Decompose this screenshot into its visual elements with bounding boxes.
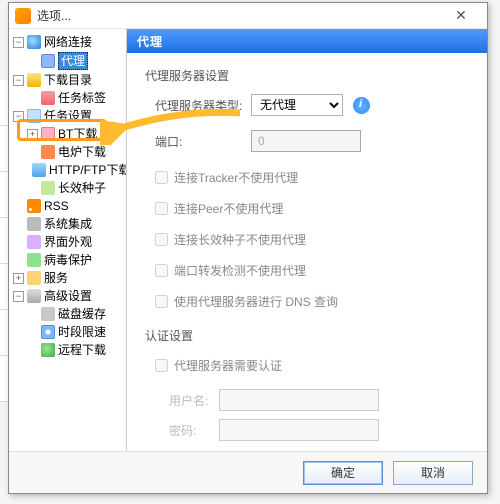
rss-icon [27,199,41,213]
cancel-button[interactable]: 取消 [393,461,473,485]
advanced-icon [27,289,41,303]
chk-need-auth[interactable] [155,359,168,372]
chk-peer[interactable] [155,202,168,215]
expand-icon[interactable]: + [27,129,38,140]
proxy-icon [41,54,55,68]
port-label: 端口: [155,133,251,150]
collapse-icon[interactable]: − [13,75,24,86]
username-label: 用户名: [169,392,219,409]
tree-network[interactable]: − 网络连接 [11,33,124,51]
chk-peer-label: 连接Peer不使用代理 [174,200,283,217]
password-label: 密码: [169,422,219,439]
tag-icon [41,91,55,105]
tree-advanced[interactable]: −高级设置 [11,287,124,305]
seed-icon [41,181,55,195]
expand-icon[interactable]: + [13,273,24,284]
tree-download-dir[interactable]: − 下载目录 [11,71,124,89]
proxy-type-row: 代理服务器类型: 无代理 [145,94,469,116]
chk-dns[interactable] [155,295,168,308]
tree-virus[interactable]: 病毒保护 [11,251,124,269]
tree-emule[interactable]: 电炉下载 [25,143,124,161]
chk-seed[interactable] [155,233,168,246]
tree-bt[interactable]: + BT下载 [25,125,124,143]
tree-rss[interactable]: RSS [11,197,124,215]
tree-task-settings[interactable]: − 任务设置 [11,107,124,125]
panel-body: 代理服务器设置 代理服务器类型: 无代理 端口: 连接Tracker不使用代理 … [127,53,487,451]
chk-portfwd[interactable] [155,264,168,277]
chk-seed-label: 连接长效种子不使用代理 [174,231,306,248]
tree-service[interactable]: +服务 [11,269,124,287]
left-tree: − 网络连接 代理 − [9,29,127,451]
auth-group: 认证设置 [145,327,469,344]
collapse-icon[interactable]: − [13,37,24,48]
tree-remote[interactable]: 远程下载 [25,341,124,359]
proxy-type-select[interactable]: 无代理 [251,94,343,116]
background-tabs [0,80,8,430]
http-icon [32,163,46,177]
close-icon[interactable]: ✕ [441,7,481,24]
collapse-icon[interactable]: − [13,111,24,122]
collapse-icon[interactable]: − [13,291,24,302]
ui-icon [27,235,41,249]
tree-seed[interactable]: 长效种子 [25,179,124,197]
chk-dns-label: 使用代理服务器进行 DNS 查询 [174,293,338,310]
tree-disk-cache[interactable]: 磁盘缓存 [25,305,124,323]
chk-tracker[interactable] [155,171,168,184]
dialog-footer: 确定 取消 [9,451,487,493]
window-title: 选项... [37,7,441,24]
proxy-server-group: 代理服务器设置 [145,67,469,84]
tree-system[interactable]: 系统集成 [11,215,124,233]
dialog-body: − 网络连接 代理 − [9,29,487,451]
right-panel: 代理 代理服务器设置 代理服务器类型: 无代理 端口: 连接Tracker不使用… [127,29,487,451]
username-input[interactable] [219,389,379,411]
shield-icon [27,253,41,267]
tree-time-limit[interactable]: 时段限速 [25,323,124,341]
emule-icon [41,145,55,159]
proxy-type-label: 代理服务器类型: [155,97,251,114]
disk-icon [41,307,55,321]
tree-proxy[interactable]: 代理 [25,51,124,71]
chk-need-auth-label: 代理服务器需要认证 [174,357,282,374]
globe-icon [27,35,41,49]
task-icon [27,109,41,123]
clock-icon [41,325,55,339]
titlebar: 选项... ✕ [9,3,487,29]
folder-icon [27,73,41,87]
tree-httpftp[interactable]: HTTP/FTP下载 [25,161,124,179]
ok-button[interactable]: 确定 [303,461,383,485]
panel-title: 代理 [127,29,487,53]
password-input[interactable] [219,419,379,441]
info-icon[interactable] [353,97,370,114]
gear-icon [27,217,41,231]
remote-icon [41,343,55,357]
port-input[interactable] [251,130,361,152]
chk-tracker-label: 连接Tracker不使用代理 [174,169,298,186]
app-icon [15,8,31,24]
bt-icon [41,127,55,141]
chk-portfwd-label: 端口转发检测不使用代理 [174,262,306,279]
options-dialog: 选项... ✕ − 网络连接 代理 [8,2,488,494]
tree-ui[interactable]: 界面外观 [11,233,124,251]
tree-task-tag[interactable]: 任务标签 [25,89,124,107]
service-icon [27,271,41,285]
port-row: 端口: [145,130,469,152]
